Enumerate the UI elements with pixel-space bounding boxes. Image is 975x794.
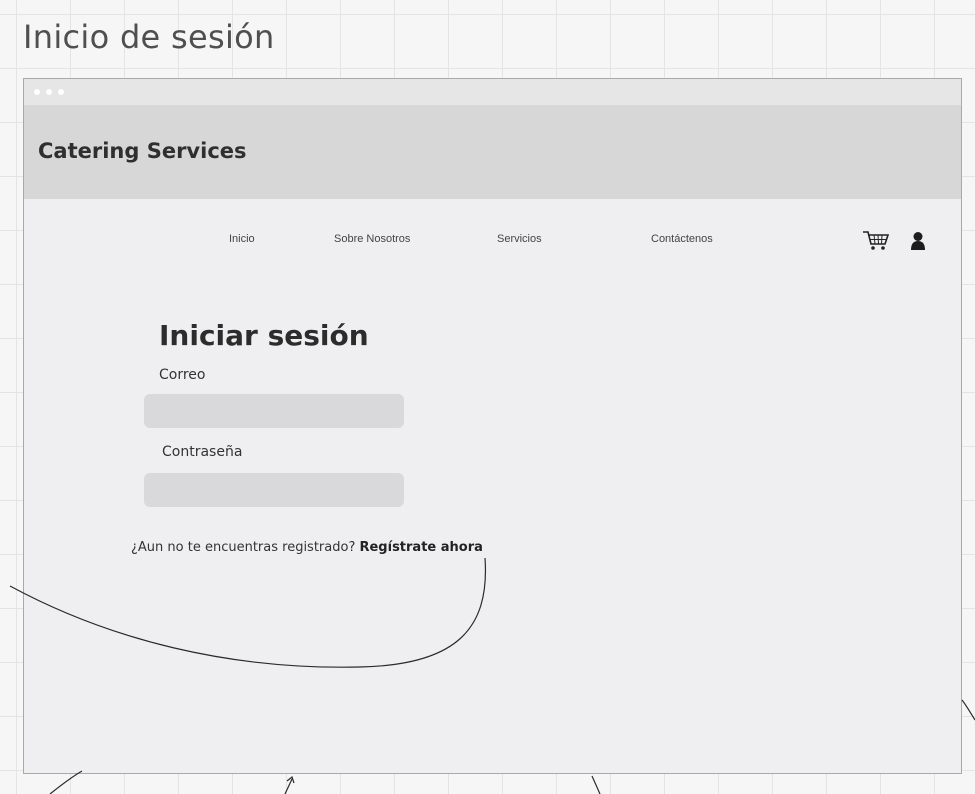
brand-title: Catering Services [38,139,247,163]
window-dot [34,89,40,95]
register-prompt: ¿Aun no te encuentras registrado? [131,540,356,555]
window-dot [46,89,52,95]
browser-window: Catering Services Inicio Sobre Nosotros … [23,78,962,774]
frame-title: Inicio de sesión [23,18,275,56]
register-link[interactable]: Regístrate ahora [359,540,482,555]
login-title: Iniciar sesión [159,319,369,352]
window-dot [58,89,64,95]
nav-item-contactenos[interactable]: Contáctenos [651,233,713,245]
user-icon[interactable] [910,231,926,255]
site-header: Catering Services [24,105,961,199]
email-field[interactable] [144,394,404,428]
nav-item-sobre-nosotros[interactable]: Sobre Nosotros [334,233,410,245]
nav-item-servicios[interactable]: Servicios [497,233,542,245]
email-label: Correo [159,367,206,383]
cart-icon[interactable] [862,229,890,257]
password-field[interactable] [144,473,404,507]
window-titlebar [24,79,961,105]
password-label: Contraseña [162,444,243,460]
register-prompt-row: ¿Aun no te encuentras registrado? Regíst… [131,540,483,555]
nav-item-inicio[interactable]: Inicio [229,233,255,245]
